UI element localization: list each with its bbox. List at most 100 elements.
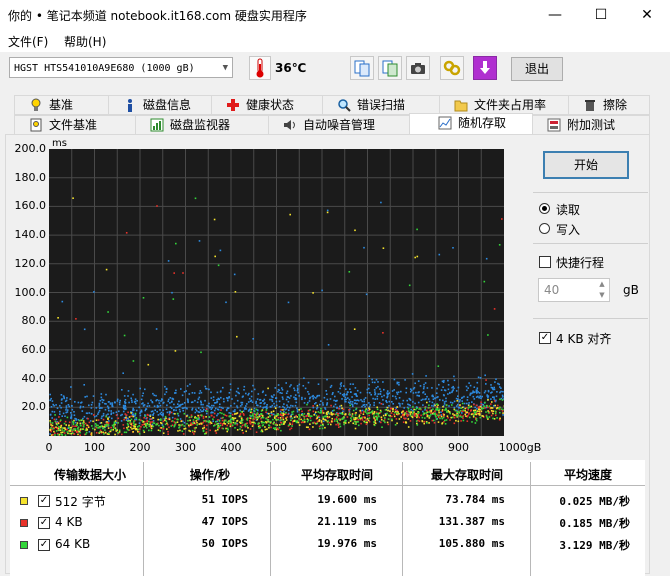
- quick-stroke-checkbox[interactable]: [539, 256, 551, 268]
- scatter-point: [164, 419, 166, 421]
- scatter-point: [326, 413, 328, 415]
- scatter-point: [298, 417, 300, 420]
- scatter-point: [423, 383, 425, 386]
- tab-file-benchmark[interactable]: 文件基准: [14, 115, 136, 135]
- scatter-point: [179, 418, 182, 420]
- scatter-point: [493, 308, 496, 310]
- scatter-point: [159, 404, 162, 407]
- scatter-point: [475, 413, 478, 416]
- scatter-point: [502, 414, 504, 416]
- scatter-point: [159, 413, 162, 415]
- write-radio[interactable]: [539, 223, 550, 234]
- close-button[interactable]: ✕: [624, 0, 670, 30]
- scatter-point: [49, 393, 51, 396]
- scatter-point: [382, 403, 384, 406]
- scatter-point: [84, 433, 87, 435]
- thermometer-icon: [249, 56, 271, 80]
- scatter-point: [222, 386, 224, 389]
- scatter-point: [277, 428, 280, 431]
- scatter-point: [241, 429, 244, 432]
- download-button[interactable]: [473, 56, 497, 80]
- tab-folder-usage[interactable]: 文件夹占用率: [439, 95, 569, 115]
- scatter-point: [247, 401, 250, 403]
- scatter-point: [213, 218, 216, 221]
- tab-disk-monitor[interactable]: 磁盘监视器: [135, 115, 269, 135]
- scatter-point: [268, 421, 271, 423]
- scatter-point: [290, 384, 292, 386]
- scatter-point: [490, 407, 492, 409]
- scatter-point: [487, 411, 490, 414]
- scatter-point: [203, 425, 206, 427]
- tab-benchmark[interactable]: 基准: [14, 95, 109, 115]
- scatter-point: [262, 416, 265, 419]
- scatter-point: [322, 416, 324, 418]
- scatter-point: [102, 427, 104, 430]
- tab-error-scan[interactable]: 错误扫描: [322, 95, 440, 115]
- scatter-point: [124, 399, 127, 401]
- scatter-point: [476, 381, 479, 384]
- minimize-button[interactable]: —: [532, 0, 578, 30]
- row-checkbox[interactable]: ✓: [38, 495, 50, 507]
- scatter-point: [252, 413, 254, 415]
- scatter-point: [482, 404, 485, 406]
- scatter-point: [406, 399, 408, 402]
- scatter-point: [132, 422, 135, 424]
- tab-extra-tests[interactable]: 附加测试: [532, 115, 650, 135]
- row-checkbox[interactable]: ✓: [38, 539, 50, 551]
- scatter-point: [102, 431, 104, 434]
- scatter-point: [285, 392, 288, 394]
- scatter-point: [141, 420, 144, 422]
- scatter-point: [398, 381, 400, 384]
- scatter-point: [81, 419, 83, 421]
- row-max: 131.387 ms: [438, 515, 505, 528]
- scatter-point: [320, 407, 322, 410]
- scatter-point: [365, 411, 367, 413]
- read-radio[interactable]: [539, 203, 550, 214]
- scatter-point: [391, 390, 394, 392]
- scatter-point: [395, 418, 398, 420]
- quick-stroke-spinbox[interactable]: 40 ▲ ▼: [538, 278, 610, 302]
- scatter-point: [173, 409, 175, 411]
- scatter-point: [68, 405, 70, 408]
- scatter-point: [243, 385, 246, 388]
- scatter-point: [365, 419, 367, 421]
- screenshot-button[interactable]: [406, 56, 430, 80]
- options-button[interactable]: [440, 56, 464, 80]
- menu-help[interactable]: 帮助(H): [64, 33, 106, 50]
- scatter-point: [249, 417, 252, 420]
- scatter-point: [229, 415, 231, 418]
- tab-random-access[interactable]: 随机存取: [409, 113, 533, 135]
- scatter-point: [263, 421, 266, 424]
- align-4kb-checkbox[interactable]: ✓: [539, 332, 551, 344]
- copy-image-button[interactable]: [378, 56, 402, 80]
- scatter-point: [396, 422, 398, 425]
- x-tick-label: 100: [84, 441, 105, 454]
- exit-button[interactable]: 退出: [511, 57, 563, 81]
- scatter-point: [409, 413, 412, 415]
- scatter-point: [98, 407, 101, 410]
- scatter-point: [64, 420, 67, 423]
- scatter-point: [490, 403, 492, 405]
- row-checkbox[interactable]: ✓: [38, 517, 50, 529]
- spin-up-icon[interactable]: ▲: [595, 279, 609, 290]
- scatter-point: [247, 427, 249, 429]
- scatter-point: [376, 395, 379, 398]
- scatter-point: [440, 389, 443, 391]
- spin-down-icon[interactable]: ▼: [595, 290, 609, 301]
- scatter-point: [118, 431, 121, 433]
- scatter-point: [383, 394, 385, 397]
- copy-text-button[interactable]: [350, 56, 374, 80]
- scatter-point: [411, 373, 414, 375]
- maximize-button[interactable]: ☐: [578, 0, 624, 30]
- scatter-point: [291, 417, 294, 420]
- scatter-point: [297, 421, 300, 424]
- scatter-point: [170, 411, 173, 414]
- tab-health[interactable]: 健康状态: [211, 95, 323, 115]
- menu-file[interactable]: 文件(F): [8, 33, 48, 50]
- tab-noise-management[interactable]: 自动噪音管理: [268, 115, 410, 135]
- start-button[interactable]: 开始: [543, 151, 629, 179]
- tab-disk-info[interactable]: 磁盘信息: [108, 95, 212, 115]
- disk-select[interactable]: HGST HTS541010A9E680 (1000 gB) ▼: [9, 57, 233, 78]
- tab-erase[interactable]: 擦除: [568, 95, 650, 115]
- scatter-point: [324, 426, 326, 429]
